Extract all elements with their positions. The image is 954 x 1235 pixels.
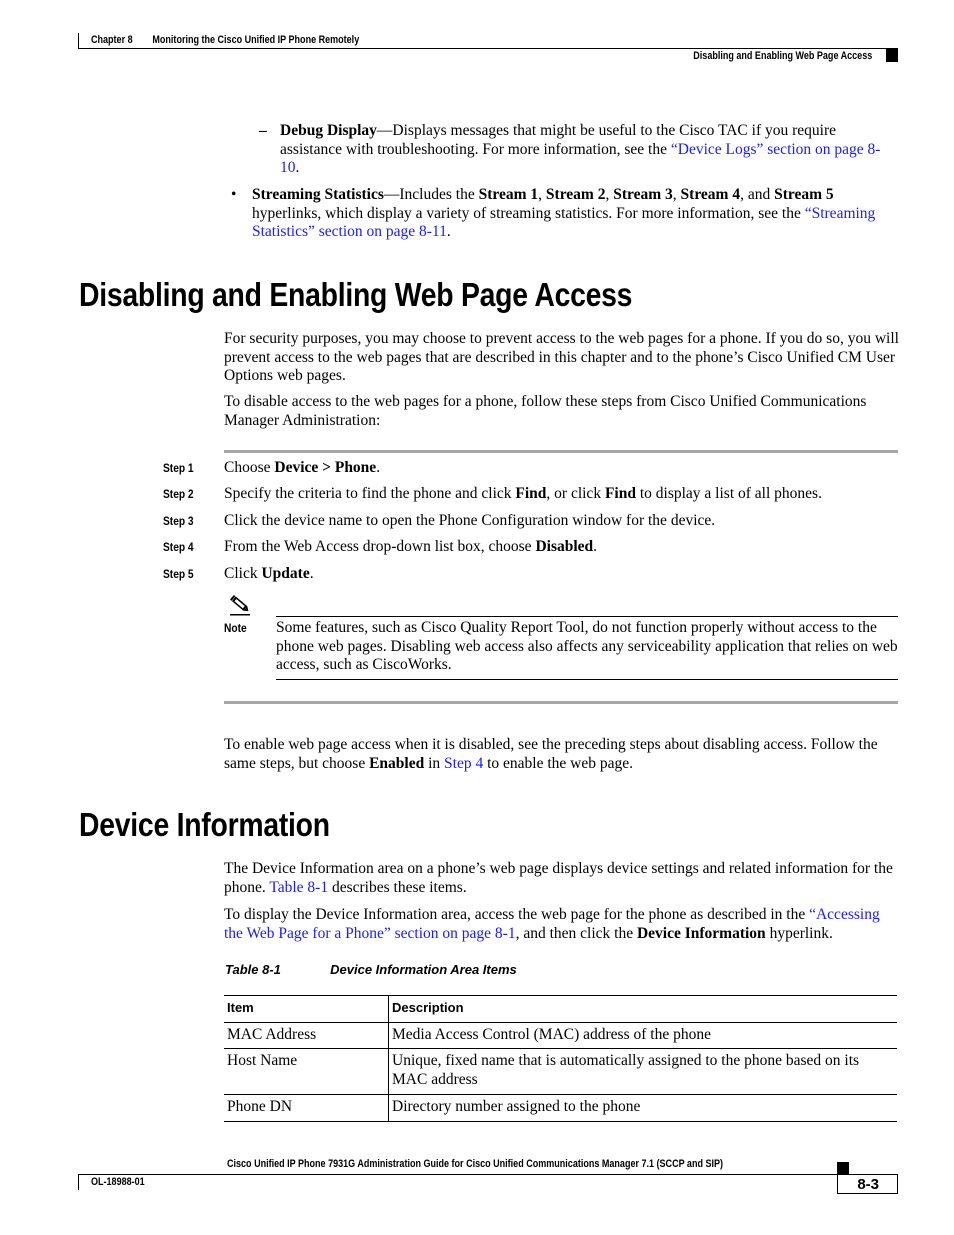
device-info-paragraph-1: The Device Information area on a phone’s…	[224, 860, 893, 896]
device-information-table: Item Description MAC Address Media Acces…	[224, 995, 897, 1122]
header-left-bar	[78, 33, 79, 49]
footer-page-number: 8-3	[837, 1174, 898, 1194]
table-caption: Table 8-1 Device Information Area Items	[225, 962, 517, 977]
table-row: Host Name Unique, fixed name that is aut…	[224, 1048, 897, 1095]
bullet: •	[231, 186, 237, 203]
note-bottom-rule	[276, 679, 898, 680]
step-label: Step 3	[163, 514, 194, 528]
procedure-top-rule	[224, 450, 898, 453]
footer-rule	[78, 1174, 898, 1175]
device-info-paragraph-2: To display the Device Information area, …	[224, 906, 880, 942]
footer-doc-number: OL-18988-01	[91, 1176, 145, 1188]
cell-item: Host Name	[224, 1048, 389, 1095]
cell-description: Unique, fixed name that is automatically…	[392, 1052, 860, 1089]
footer-left-bar	[78, 1174, 79, 1190]
footer-guide-title: Cisco Unified IP Phone 7931G Administrat…	[227, 1158, 724, 1170]
step-label: Step 1	[163, 461, 194, 475]
table-row: Phone DN Directory number assigned to th…	[224, 1094, 897, 1122]
cell-description: Directory number assigned to the phone	[392, 1097, 641, 1115]
chapter-title: Monitoring the Cisco Unified IP Phone Re…	[152, 34, 360, 46]
header-chapter: Chapter 8 Monitoring the Cisco Unified I…	[91, 34, 359, 46]
note-text: Some features, such as Cisco Quality Rep…	[276, 619, 898, 674]
chapter-number: Chapter 8	[91, 34, 133, 46]
table-header-row: Item Description	[224, 995, 897, 1023]
header-section: Disabling and Enabling Web Page Access	[693, 50, 872, 62]
table-8-1-link[interactable]: Table 8-1	[269, 879, 328, 896]
menu-path: Device > Phone	[274, 459, 377, 476]
column-header-item: Item	[224, 995, 389, 1023]
table-row: MAC Address Media Access Control (MAC) a…	[224, 1022, 897, 1049]
section-heading-web-access: Disabling and Enabling Web Page Access	[79, 276, 633, 313]
section-heading-device-information: Device Information	[79, 806, 330, 843]
table-title: Device Information Area Items	[330, 962, 517, 977]
column-header-description: Description	[392, 1000, 464, 1015]
web-access-paragraph-1: For security purposes, you may choose to…	[224, 330, 899, 385]
footer-black-tab	[837, 1162, 849, 1174]
cell-description: Media Access Control (MAC) address of th…	[392, 1025, 711, 1043]
debug-display-term: Debug Display	[280, 122, 377, 139]
header-black-tab	[886, 49, 898, 62]
note-top-rule	[276, 616, 898, 617]
step-label: Step 4	[163, 540, 194, 554]
pencil-icon	[228, 594, 252, 616]
table-number: Table 8-1	[225, 962, 281, 977]
step-label: Step 5	[163, 567, 194, 581]
note-label: Note	[224, 621, 247, 635]
cell-item: Phone DN	[224, 1094, 389, 1122]
step-label: Step 2	[163, 487, 194, 501]
streaming-statistics-term: Streaming Statistics	[252, 186, 384, 203]
streaming-statistics-item: • Streaming Statistics—Includes the Stre…	[231, 186, 876, 241]
enable-access-paragraph: To enable web page access when it is dis…	[224, 736, 878, 772]
header-rule	[78, 48, 898, 49]
web-access-paragraph-2: To disable access to the web pages for a…	[224, 393, 867, 429]
debug-display-item: – Debug Display—Displays messages that m…	[259, 122, 881, 177]
procedure-bottom-rule	[224, 701, 898, 704]
dash-bullet: –	[259, 122, 267, 139]
cell-item: MAC Address	[224, 1022, 389, 1049]
step-4-link[interactable]: Step 4	[444, 755, 483, 772]
